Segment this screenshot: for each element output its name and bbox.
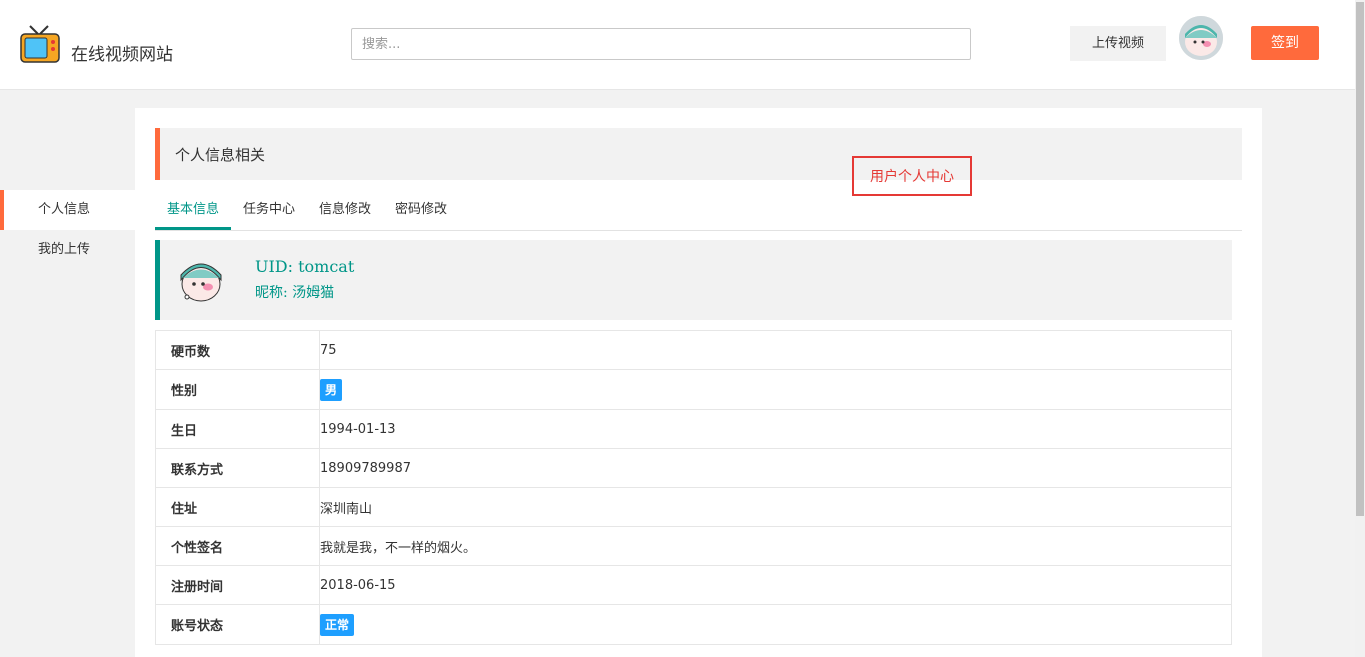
row-value: 我就是我，不一样的烟火。 (319, 526, 1232, 566)
row-key: 硬币数 (155, 330, 320, 370)
page-scrollbar[interactable] (1355, 0, 1365, 657)
row-value-cell: 男 (319, 369, 1232, 410)
section-title: 个人信息相关 (175, 146, 266, 164)
table-row: 账号状态 正常 (155, 604, 1232, 645)
table-row: 联系方式 18909789987 (155, 448, 1232, 488)
table-row: 生日 1994-01-13 (155, 409, 1232, 449)
section-header: 个人信息相关 用户个人中心 (155, 128, 1242, 196)
sign-in-button[interactable]: 签到 (1251, 26, 1319, 60)
row-value: 深圳南山 (319, 487, 1232, 527)
upload-video-button[interactable]: 上传视频 (1070, 26, 1166, 61)
profile-nickname: 昵称: 汤姆猫 (255, 285, 335, 301)
gender-badge: 男 (320, 378, 343, 401)
row-value: 18909789987 (319, 448, 1232, 488)
table-row: 硬币数 75 (155, 330, 1232, 370)
row-key: 联系方式 (155, 448, 320, 488)
tab-basic-info[interactable]: 基本信息 (155, 192, 231, 230)
profile-uid: UID: tomcat (255, 257, 355, 276)
user-avatar[interactable] (1179, 16, 1223, 60)
row-key: 性别 (155, 369, 320, 410)
row-value: 1994-01-13 (319, 409, 1232, 449)
main-panel: 个人信息相关 用户个人中心 基本信息 任务中心 信息修改 密码修改 UID: t… (135, 108, 1262, 657)
row-key: 生日 (155, 409, 320, 449)
tab-edit-info[interactable]: 信息修改 (307, 192, 383, 230)
avatar-pig-icon (1179, 16, 1223, 60)
row-key: 注册时间 (155, 565, 320, 605)
row-value: 2018-06-15 (319, 565, 1232, 605)
top-header: 在线视频网站 上传视频 签到 (0, 0, 1355, 90)
sidebar-item-uploads[interactable]: 我的上传 (0, 230, 135, 270)
table-row: 住址 深圳南山 (155, 487, 1232, 527)
profile-avatar (175, 253, 227, 305)
table-row: 个性签名 我就是我，不一样的烟火。 (155, 526, 1232, 566)
avatar-pig-icon (175, 253, 227, 305)
row-value-cell: 正常 (319, 604, 1232, 645)
row-key: 账号状态 (155, 604, 320, 645)
search-input[interactable] (351, 28, 971, 60)
status-badge: 正常 (320, 613, 355, 636)
row-value: 75 (319, 330, 1232, 370)
profile-card: UID: tomcat 昵称: 汤姆猫 (155, 240, 1232, 320)
tab-bar: 基本信息 任务中心 信息修改 密码修改 (155, 192, 1242, 231)
row-key: 个性签名 (155, 526, 320, 566)
tv-logo-icon[interactable] (20, 24, 60, 64)
sidebar-item-profile[interactable]: 个人信息 (0, 190, 135, 230)
table-row: 性别 男 (155, 369, 1232, 410)
table-row: 注册时间 2018-06-15 (155, 565, 1232, 605)
scrollbar-thumb[interactable] (1356, 2, 1364, 516)
tab-change-password[interactable]: 密码修改 (383, 192, 459, 230)
tab-task-center[interactable]: 任务中心 (231, 192, 307, 230)
info-table: 硬币数 75 性别 男 生日 1994-01-13 联系方式 189097899… (155, 330, 1232, 645)
annotation-label: 用户个人中心 (852, 156, 972, 196)
site-title[interactable]: 在线视频网站 (71, 40, 173, 65)
row-key: 住址 (155, 487, 320, 527)
